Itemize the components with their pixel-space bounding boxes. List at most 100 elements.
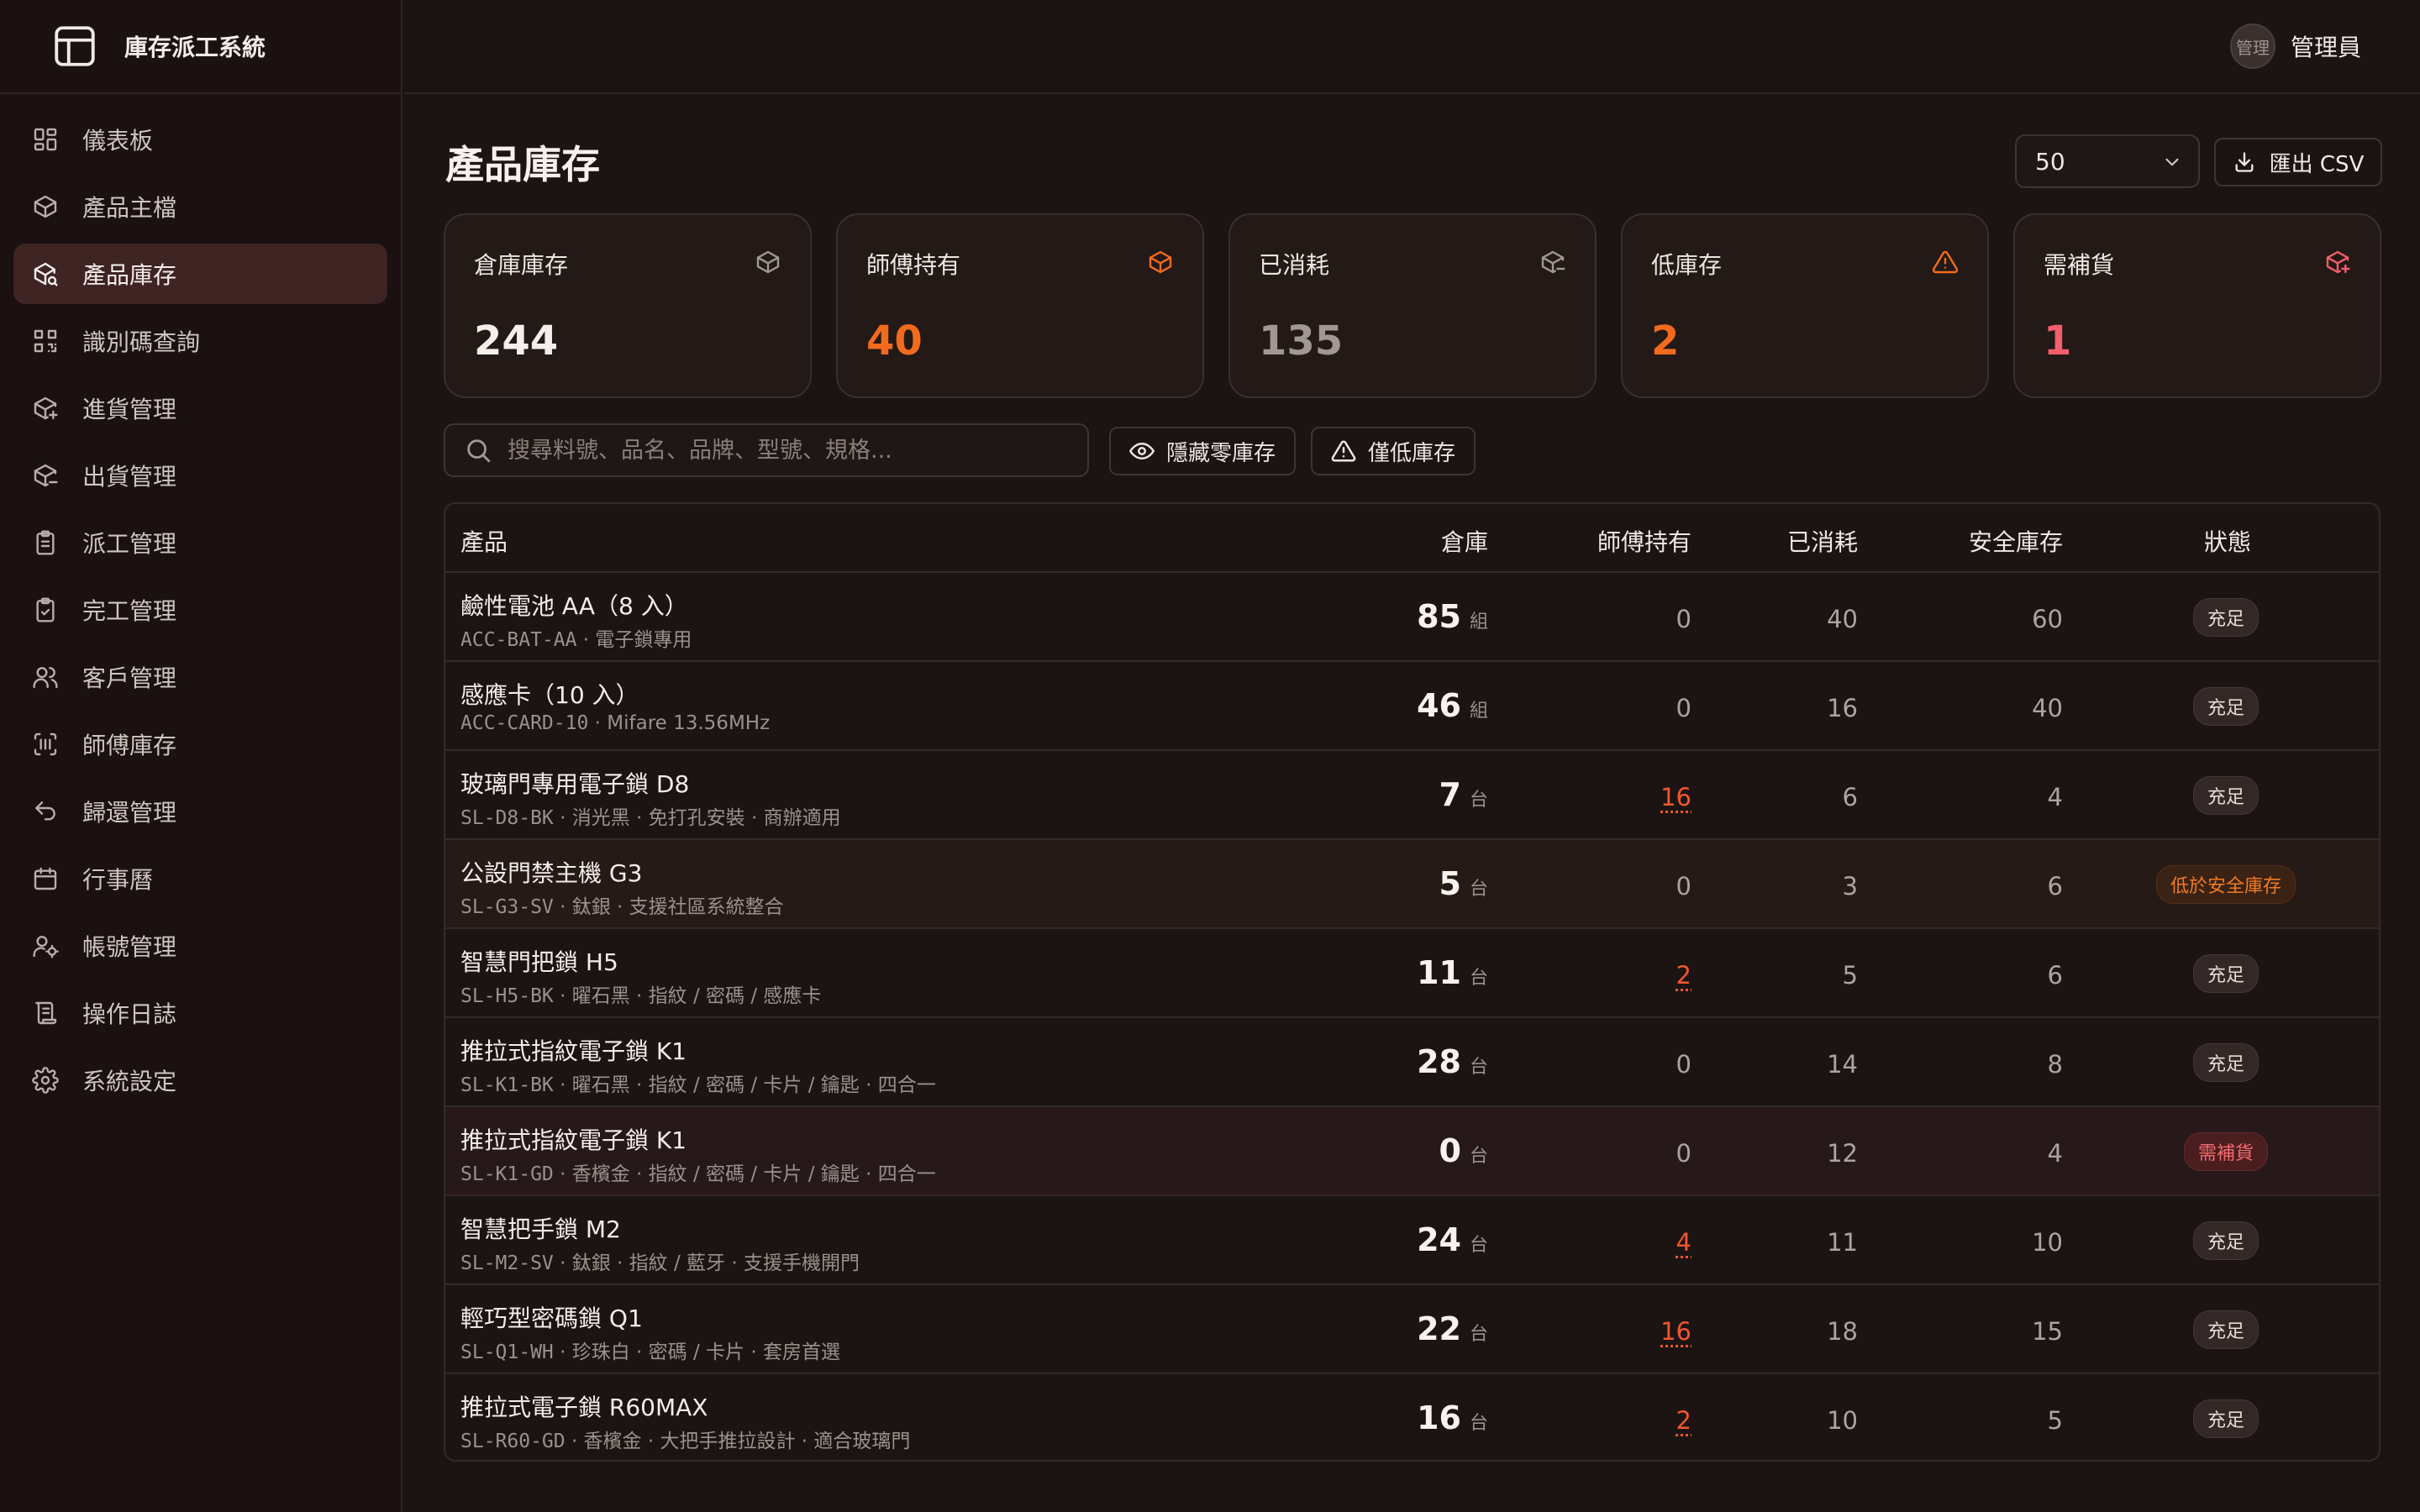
sidebar-item-3[interactable]: 識別碼查詢: [13, 311, 387, 371]
table-row[interactable]: 玻璃門專用電子鎖 D8 SL-D8-BK · 消光黑 · 免打孔安裝 · 商辦適用…: [445, 751, 2379, 840]
product-name[interactable]: 推拉式指紋電子鎖 K1: [460, 1122, 687, 1156]
safety-stock-qty: 10: [2032, 1228, 2063, 1257]
qr-code-icon: [34, 329, 57, 353]
warehouse-qty: 0台: [1439, 1132, 1488, 1169]
status-cell: 充足: [2073, 1374, 2379, 1460]
table-row[interactable]: 感應卡（10 入） ACC-CARD-10 · Mifare 13.56MHz 46…: [445, 662, 2379, 751]
stat-label: 倉庫庫存: [474, 251, 569, 279]
product-sku: ACC-CARD-10: [460, 712, 589, 734]
product-meta: SL-D8-BK · 消光黑 · 免打孔安裝 · 商辦適用: [460, 801, 841, 830]
sidebar-item-label: 歸還管理: [82, 799, 177, 827]
product-meta: SL-K1-GD · 香檳金 · 指紋 / 密碼 / 卡片 / 鑰匙 · 四合一: [460, 1158, 936, 1186]
stat-value: 40: [866, 318, 923, 365]
table-row[interactable]: 智慧門把鎖 H5 SL-H5-BK · 曜石黑 · 指紋 / 密碼 / 感應卡 11…: [445, 929, 2379, 1018]
product-name[interactable]: 智慧把手鎖 M2: [460, 1211, 621, 1245]
status-badge: 充足: [2192, 687, 2259, 726]
warehouse-qty: 22 台: [1417, 1310, 1488, 1347]
table-row[interactable]: 推拉式指紋電子鎖 K1 SL-K1-GD · 香檳金 · 指紋 / 密碼 / 卡片…: [445, 1107, 2379, 1196]
safety-stock-qty: 4: [2047, 1139, 2063, 1168]
box-minus-icon: [1541, 250, 1565, 274]
table-row[interactable]: 輕巧型密碼鎖 Q1 SL-Q1-WH · 珍珠白 · 密碼 / 卡片 · 套房首選…: [445, 1285, 2379, 1374]
safety-stock-qty: 15: [2032, 1317, 2063, 1346]
sidebar-item-1[interactable]: 產品主檔: [13, 176, 387, 237]
sidebar-item-label: 客戶管理: [82, 664, 177, 692]
table-row[interactable]: 公設門禁主機 G3 SL-G3-SV · 鈦銀 · 支援社區系統整合 5 台 0 3 6 低於…: [445, 840, 2379, 929]
warehouse-qty-value: 46: [1417, 687, 1461, 724]
product-meta: SL-G3-SV · 鈦銀 · 支援社區系統整合: [460, 890, 784, 919]
sidebar-item-0[interactable]: 儀表板: [13, 109, 387, 170]
safety-stock-qty: 6: [2047, 961, 2063, 990]
status-badge: 低於安全庫存: [2155, 865, 2296, 904]
product-desc: · Mifare 13.56MHz: [594, 712, 771, 734]
column-header-status[interactable]: 狀態: [2204, 524, 2251, 558]
eye-icon: [1129, 443, 1155, 459]
page-size-select[interactable]: 50: [2015, 134, 2200, 188]
column-header-technician-held[interactable]: 師傅持有: [1597, 524, 1691, 558]
user-menu[interactable]: 管理 管理員: [2229, 24, 2361, 69]
stat-label: 已消耗: [1259, 251, 1330, 279]
product-name[interactable]: 鹼性電池 AA（8 入）: [460, 588, 688, 622]
technician-held-qty[interactable]: 4: [1676, 1228, 1691, 1257]
warehouse-qty-value: 22: [1417, 1310, 1461, 1347]
export-csv-button[interactable]: 匯出 CSV: [2214, 138, 2382, 186]
product-sku: SL-H5-BK: [460, 985, 554, 1007]
product-desc: · 消光黑 · 免打孔安裝 · 商辦適用: [560, 807, 841, 829]
app-logo-icon: [55, 26, 95, 66]
sidebar-item-4[interactable]: 進貨管理: [13, 378, 387, 438]
sidebar-item-7[interactable]: 完工管理: [13, 580, 387, 640]
product-name[interactable]: 感應卡（10 入）: [460, 677, 639, 711]
table-row[interactable]: 智慧把手鎖 M2 SL-M2-SV · 鈦銀 · 指紋 / 藍牙 · 支援手機開門…: [445, 1196, 2379, 1285]
sidebar-item-13[interactable]: 操作日誌: [13, 983, 387, 1043]
product-name[interactable]: 推拉式電子鎖 R60MAX: [460, 1389, 708, 1423]
box-icon: [756, 250, 780, 274]
sidebar-item-11[interactable]: 行事曆: [13, 848, 387, 909]
status-cell: 需補貨: [2073, 1107, 2379, 1196]
sidebar-item-8[interactable]: 客戶管理: [13, 647, 387, 707]
product-name[interactable]: 輕巧型密碼鎖 Q1: [460, 1300, 643, 1334]
product-name[interactable]: 智慧門把鎖 H5: [460, 944, 618, 978]
low-stock-only-button[interactable]: 僅低庫存: [1311, 427, 1476, 475]
sidebar-item-label: 帳號管理: [82, 933, 177, 961]
sidebar-item-label: 出貨管理: [82, 463, 177, 491]
brand[interactable]: 庫存派工系統: [0, 0, 401, 94]
users-icon: [33, 667, 58, 689]
sidebar-item-2[interactable]: 產品庫存: [13, 244, 387, 304]
warehouse-qty-value: 7: [1439, 776, 1461, 813]
sidebar-item-9[interactable]: 師傅庫存: [13, 714, 387, 774]
sidebar-item-6[interactable]: 派工管理: [13, 512, 387, 573]
product-meta: SL-H5-BK · 曜石黑 · 指紋 / 密碼 / 感應卡: [460, 979, 821, 1008]
warehouse-qty-unit: 台: [1469, 790, 1488, 811]
hide-zero-stock-button[interactable]: 隱藏零庫存: [1109, 427, 1297, 475]
technician-held-qty[interactable]: 16: [1660, 1317, 1691, 1346]
hide-zero-stock-label: 隱藏零庫存: [1166, 440, 1276, 466]
product-name[interactable]: 玻璃門專用電子鎖 D8: [460, 766, 689, 800]
table-row[interactable]: 推拉式電子鎖 R60MAX SL-R60-GD · 香檳金 · 大把手推拉設計 ·…: [445, 1374, 2379, 1460]
product-desc: · 電子鎖專用: [582, 629, 692, 651]
technician-held-qty[interactable]: 16: [1660, 783, 1691, 811]
search-box[interactable]: [444, 423, 1089, 477]
product-name[interactable]: 推拉式指紋電子鎖 K1: [460, 1033, 687, 1067]
table-row[interactable]: 鹼性電池 AA（8 入） ACC-BAT-AA · 電子鎖專用 85 組 0 40 60 充足: [445, 573, 2379, 662]
status-badge: 需補貨: [2183, 1132, 2268, 1171]
search-input[interactable]: [508, 437, 1079, 464]
technician-held-qty[interactable]: 2: [1676, 961, 1691, 990]
user-name[interactable]: 管理員: [2291, 29, 2361, 63]
top-bar: 管理 管理員: [404, 0, 2420, 94]
warehouse-qty-unit: 台: [1469, 1057, 1488, 1078]
column-header-warehouse[interactable]: 倉庫: [1441, 524, 1488, 558]
status-cell: 低於安全庫存: [2073, 840, 2379, 929]
column-header-consumed[interactable]: 已消耗: [1787, 524, 1858, 558]
technician-held-qty[interactable]: 2: [1676, 1406, 1691, 1435]
sidebar-item-10[interactable]: 歸還管理: [13, 781, 387, 842]
sidebar-item-5[interactable]: 出貨管理: [13, 445, 387, 506]
table-row[interactable]: 推拉式指紋電子鎖 K1 SL-K1-BK · 曜石黑 · 指紋 / 密碼 / 卡片…: [445, 1018, 2379, 1107]
sidebar-item-14[interactable]: 系統設定: [13, 1050, 387, 1110]
sidebar-item-12[interactable]: 帳號管理: [13, 916, 387, 976]
stat-value: 2: [1651, 318, 1680, 365]
column-header-product[interactable]: 產品: [460, 524, 508, 558]
stat-card: 倉庫庫存 244: [444, 213, 812, 398]
avatar[interactable]: 管理: [2229, 24, 2275, 69]
technician-held-qty: 0: [1676, 872, 1691, 900]
product-name[interactable]: 公設門禁主機 G3: [460, 855, 642, 889]
column-header-safety-stock[interactable]: 安全庫存: [1969, 524, 2063, 558]
